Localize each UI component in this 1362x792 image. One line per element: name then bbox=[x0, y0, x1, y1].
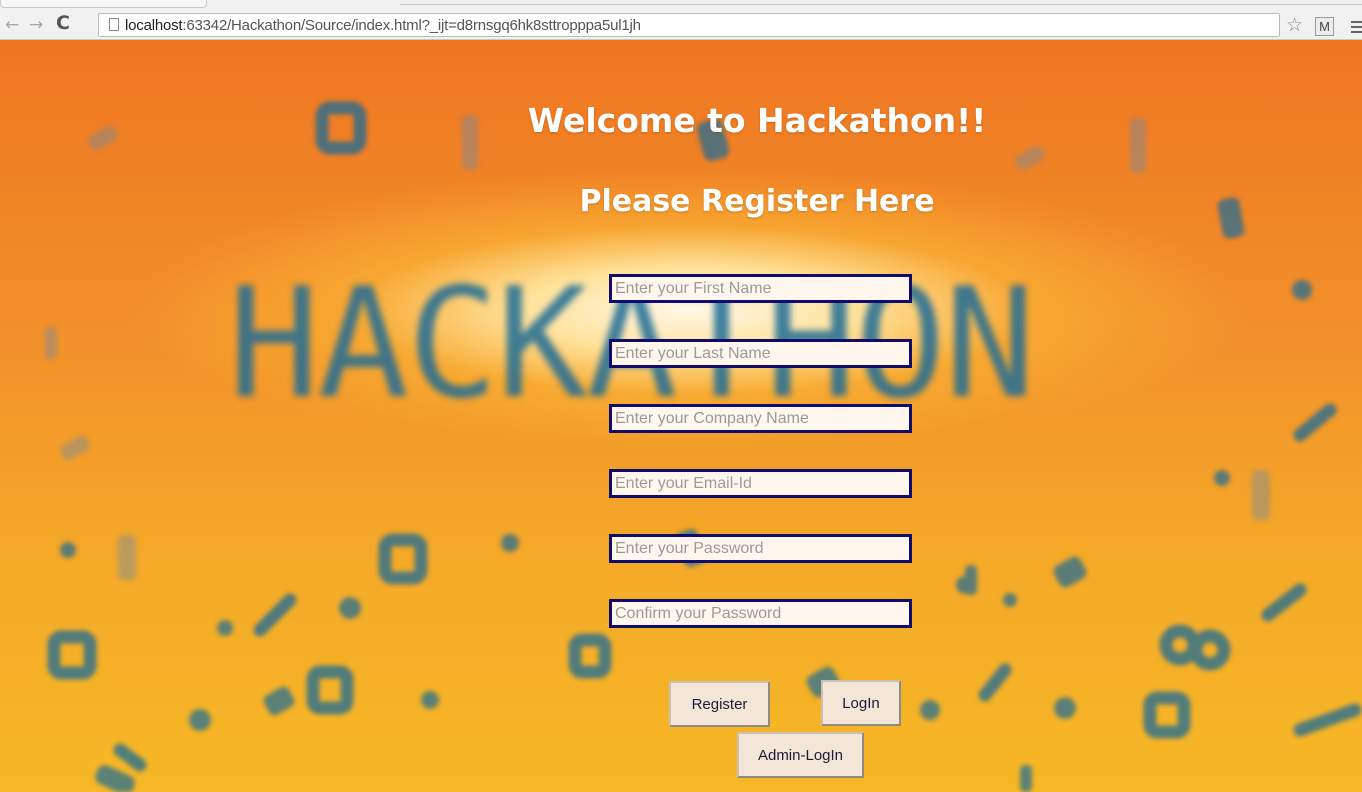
deco-key bbox=[1015, 145, 1045, 171]
login-button[interactable]: LogIn bbox=[821, 680, 901, 726]
deco-key bbox=[60, 435, 90, 461]
arrow-right-icon[interactable]: → bbox=[29, 17, 43, 34]
deco-circle bbox=[1159, 624, 1201, 666]
reload-icon[interactable]: C bbox=[56, 14, 70, 33]
deco-square bbox=[568, 633, 612, 679]
admin-login-button[interactable]: Admin-LogIn bbox=[737, 732, 864, 778]
deco-bar bbox=[1020, 765, 1032, 792]
address-bar[interactable]: localhost:63342/Hackathon/Source/index.h… bbox=[98, 13, 1280, 37]
url-path: :63342/Hackathon/Source/index.html?_ijt=… bbox=[182, 17, 641, 34]
deco-stroke bbox=[978, 663, 1012, 702]
deco-stroke bbox=[113, 743, 147, 772]
deco-dot bbox=[339, 597, 361, 619]
star-icon[interactable]: ☆ bbox=[1286, 14, 1303, 36]
page-background: HACKATHON Welcome to Hackathon!! Please … bbox=[0, 40, 1362, 792]
email-field[interactable] bbox=[609, 469, 912, 498]
browser-tab[interactable] bbox=[0, 0, 207, 8]
deco-square bbox=[306, 665, 354, 715]
deco-stroke bbox=[253, 593, 297, 637]
deco-figure bbox=[45, 327, 57, 359]
url-host: localhost bbox=[125, 17, 183, 34]
menu-icon[interactable] bbox=[1351, 21, 1362, 36]
confirm-password-field[interactable] bbox=[609, 599, 912, 628]
last-name-field[interactable] bbox=[609, 339, 912, 368]
deco-figure bbox=[1252, 470, 1270, 520]
deco-dot bbox=[1054, 697, 1076, 719]
page-icon bbox=[109, 18, 119, 31]
deco-figure bbox=[118, 535, 136, 580]
deco-battery bbox=[1053, 556, 1087, 588]
deco-bar bbox=[95, 765, 135, 792]
deco-dot bbox=[217, 620, 233, 636]
deco-dot bbox=[920, 700, 940, 720]
page-subtitle: Please Register Here bbox=[579, 184, 935, 219]
browser-toolbar: ← → C localhost:63342/Hackathon/Source/i… bbox=[0, 0, 1362, 40]
deco-stroke bbox=[1293, 703, 1362, 737]
password-field[interactable] bbox=[609, 534, 912, 563]
deco-dot bbox=[1292, 280, 1312, 300]
tab-strip bbox=[400, 0, 1362, 5]
first-name-field[interactable] bbox=[609, 274, 912, 303]
deco-circle bbox=[1189, 629, 1231, 671]
deco-square bbox=[47, 630, 97, 680]
deco-dot bbox=[501, 534, 519, 552]
deco-square bbox=[1143, 691, 1191, 739]
company-name-field[interactable] bbox=[609, 404, 912, 433]
deco-dot bbox=[1003, 593, 1017, 607]
register-button[interactable]: Register bbox=[669, 681, 770, 727]
deco-battery bbox=[263, 686, 295, 716]
deco-bar bbox=[965, 565, 977, 595]
deco-square bbox=[378, 533, 428, 585]
deco-stroke bbox=[1261, 583, 1307, 622]
deco-dot bbox=[60, 542, 76, 558]
page-title: Welcome to Hackathon!! bbox=[527, 101, 987, 140]
deco-dot bbox=[1214, 470, 1230, 486]
url-text[interactable]: localhost:63342/Hackathon/Source/index.h… bbox=[125, 17, 641, 34]
arrow-left-icon[interactable]: ← bbox=[5, 17, 19, 34]
extension-button[interactable]: M bbox=[1315, 17, 1334, 36]
deco-dot bbox=[421, 691, 439, 709]
deco-dot bbox=[189, 709, 211, 731]
deco-stroke bbox=[1293, 403, 1337, 442]
